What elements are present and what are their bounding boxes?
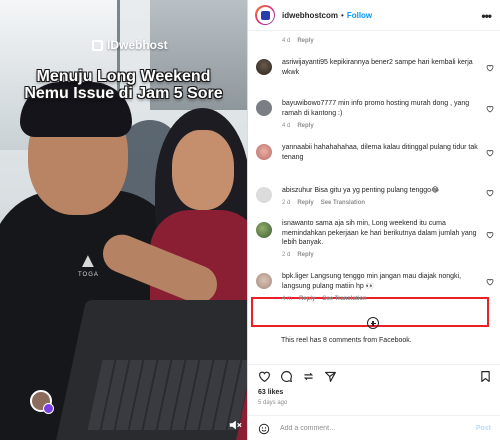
caption-line-2: Nemu Issue di Jam 5 Sore <box>24 85 223 102</box>
reply-button[interactable]: Reply <box>297 123 313 129</box>
post-actions: 63 likes 5 days ago Post <box>248 364 500 440</box>
comment-input[interactable] <box>280 425 460 432</box>
load-more-comments-icon[interactable] <box>367 317 379 329</box>
video-caption: Menuju Long Weekend Nemu Issue di Jam 5 … <box>0 68 247 102</box>
reply-button[interactable]: Reply <box>297 252 313 258</box>
comment-text: bayuwibowo7777 min info promo hosting mu… <box>282 99 482 118</box>
comment-text: abiszuhur Bisa gitu ya yg penting pulang… <box>282 186 482 196</box>
like-comment-icon[interactable] <box>486 231 494 239</box>
account-username[interactable]: idwebhostcom <box>282 11 338 20</box>
comment-avatar[interactable] <box>256 100 272 116</box>
comment-time: 4 d <box>282 123 291 129</box>
comment-avatar[interactable] <box>256 273 272 289</box>
account-avatar[interactable] <box>255 5 275 25</box>
comment-username[interactable]: bayuwibowo7777 <box>282 100 336 107</box>
comment-avatar[interactable] <box>256 222 272 238</box>
reply-button[interactable]: Reply <box>297 200 313 206</box>
bookmark-icon[interactable] <box>479 370 492 383</box>
comment-icon[interactable] <box>280 370 293 383</box>
brand-logo-icon <box>92 39 103 51</box>
comment-avatar[interactable] <box>256 59 272 75</box>
like-icon[interactable] <box>258 370 271 383</box>
facebook-comments-note[interactable]: This reel has 8 comments from Facebook. <box>281 337 412 344</box>
comment-username[interactable]: isnawanto <box>282 220 314 227</box>
likes-count[interactable]: 63 likes <box>258 389 283 396</box>
see-translation-button[interactable]: See Translation <box>322 296 366 302</box>
comment-time: 2 d <box>282 252 291 258</box>
emoji-icon[interactable] <box>258 423 270 435</box>
comment-username[interactable]: asriwijayanti95 <box>282 59 328 66</box>
woman-face <box>172 130 234 210</box>
comment-text: asriwijayanti95 kepikirannya bener2 samp… <box>282 58 482 77</box>
like-comment-icon[interactable] <box>486 149 494 157</box>
laptop-keyboard <box>87 360 247 430</box>
comment-text: bpk.liger Langsung tenggo min jangan mau… <box>282 272 482 291</box>
comment-avatar[interactable] <box>256 144 272 160</box>
post-panel: idwebhostcom • Follow ••• 4 d Reply asri… <box>247 0 500 440</box>
reply-button[interactable]: Reply <box>297 38 313 44</box>
caption-line-1: Menuju Long Weekend <box>36 68 211 85</box>
comment-meta: 2 d Reply <box>282 252 314 258</box>
tshirt-logo-icon: ▲ <box>78 250 98 272</box>
comment-meta: 2 d Reply See Translation <box>282 200 365 206</box>
comment-body: hahahahahaa, dilema kalau ditinggal pula… <box>282 144 478 161</box>
reply-button[interactable]: Reply <box>299 296 315 302</box>
audio-badge-icon <box>43 403 54 414</box>
more-options-icon[interactable]: ••• <box>481 9 492 23</box>
comment-time: 4 d <box>282 38 291 44</box>
follow-button[interactable]: Follow <box>347 11 372 20</box>
repost-icon[interactable] <box>302 370 315 383</box>
reel-video[interactable]: ▲ TOGA IDwebhost Menuju Long Weekend Nem… <box>0 0 247 440</box>
post-button[interactable]: Post <box>476 425 491 432</box>
comment-text: yannaabii hahahahahaa, dilema kalau diti… <box>282 143 482 162</box>
comment-meta: 4 d Reply <box>282 123 314 129</box>
action-icons <box>258 370 337 383</box>
share-icon[interactable] <box>324 370 337 383</box>
header-separator: • <box>341 10 344 20</box>
like-comment-icon[interactable] <box>486 189 494 197</box>
video-brand: IDwebhost <box>92 38 168 52</box>
comment-time: 4 m <box>282 296 293 302</box>
comment-body: Bisa gitu ya yg penting pulang tenggo😂 <box>314 187 440 194</box>
comment-username[interactable]: bpk.liger <box>282 273 308 280</box>
comment-body: Langsung tenggo min jangan mau diajak no… <box>282 273 462 290</box>
comment-time: 2 d <box>282 200 291 206</box>
brand-label: IDwebhost <box>107 38 168 52</box>
comment-text: isnawanto sama aja sih min, Long weekend… <box>282 219 482 248</box>
comment-meta: 4 m Reply See Translation <box>282 296 367 302</box>
post-header: idwebhostcom • Follow ••• <box>248 0 500 31</box>
like-comment-icon[interactable] <box>486 105 494 113</box>
like-comment-icon[interactable] <box>486 64 494 72</box>
comments-list[interactable]: 4 d Reply asriwijayanti95 kepikirannya b… <box>248 31 500 364</box>
comment-avatar[interactable] <box>256 187 272 203</box>
like-comment-icon[interactable] <box>486 278 494 286</box>
comment-username[interactable]: yannaabii <box>282 144 312 151</box>
mute-icon[interactable] <box>228 418 242 432</box>
comment-composer: Post <box>248 415 500 440</box>
comment-username[interactable]: abiszuhur <box>282 187 312 194</box>
see-translation-button[interactable]: See Translation <box>321 200 365 206</box>
tshirt-text: TOGA <box>78 272 99 278</box>
comment-meta: 4 d Reply <box>282 38 314 44</box>
post-date: 5 days ago <box>258 400 288 406</box>
